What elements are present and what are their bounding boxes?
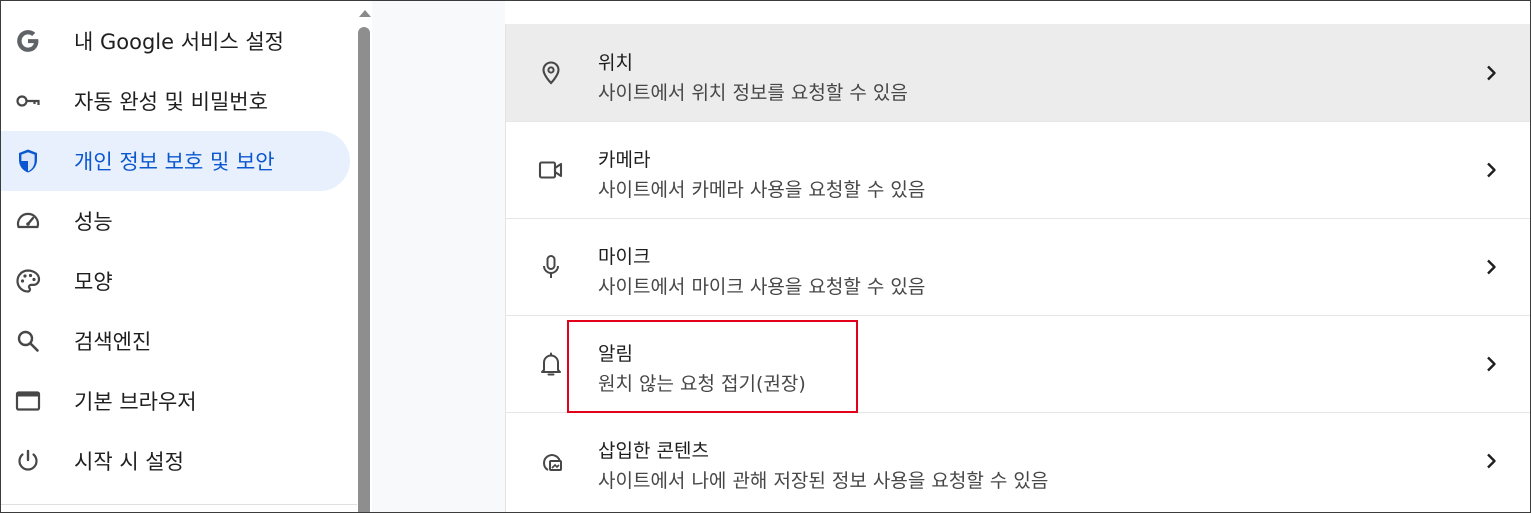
sidebar-item-on-startup[interactable]: 시작 시 설정 — [1, 431, 350, 491]
sidebar-item-label: 자동 완성 및 비밀번호 — [74, 90, 268, 114]
sidebar-item-label: 검색엔진 — [74, 330, 152, 354]
permission-subtitle: 사이트에서 위치 정보를 요청할 수 있음 — [598, 82, 908, 104]
permission-row-location[interactable]: 위치 사이트에서 위치 정보를 요청할 수 있음 — [506, 25, 1531, 122]
chevron-right-icon — [1483, 256, 1499, 278]
bell-icon — [538, 351, 564, 377]
chevron-right-icon — [1483, 353, 1499, 375]
sidebar-item-label: 모양 — [74, 270, 113, 294]
permission-title: 마이크 — [598, 246, 651, 268]
google-g-icon — [15, 28, 41, 54]
permission-row-camera[interactable]: 카메라 사이트에서 카메라 사용을 요청할 수 있음 — [506, 122, 1531, 219]
content-top-edge — [505, 1, 1530, 25]
chevron-right-icon — [1483, 62, 1499, 84]
permission-title: 알림 — [598, 343, 633, 365]
speedometer-icon — [15, 208, 41, 234]
permission-title: 위치 — [598, 52, 633, 74]
sidebar-item-label: 성능 — [74, 210, 113, 234]
power-icon — [15, 448, 41, 474]
shield-icon — [15, 148, 41, 174]
scroll-up-arrow-icon[interactable] — [357, 5, 372, 17]
sidebar-item-label: 개인 정보 보호 및 보안 — [74, 150, 275, 174]
search-icon — [15, 328, 41, 354]
permission-subtitle: 사이트에서 나에 관해 저장된 정보 사용을 요청할 수 있음 — [598, 470, 1049, 492]
sidebar-scrollbar[interactable] — [357, 1, 372, 513]
sidebar-item-performance[interactable]: 성능 — [1, 191, 350, 251]
permission-row-notifications[interactable]: 알림 원치 않는 요청 접기(권장) — [506, 316, 1531, 413]
embedded-content-icon — [538, 448, 564, 474]
permissions-panel: 위치 사이트에서 위치 정보를 요청할 수 있음 카메라 사이트에서 카메라 사… — [505, 1, 1531, 512]
permission-row-microphone[interactable]: 마이크 사이트에서 마이크 사용을 요청할 수 있음 — [506, 219, 1531, 316]
sidebar-item-appearance[interactable]: 모양 — [1, 251, 350, 311]
scrollbar-thumb[interactable] — [358, 27, 370, 513]
permission-title: 카메라 — [598, 149, 651, 171]
sidebar-item-label: 내 Google 서비스 설정 — [74, 30, 284, 54]
palette-icon — [15, 268, 41, 294]
camera-icon — [538, 157, 564, 183]
sidebar-item-search-engine[interactable]: 검색엔진 — [1, 311, 350, 371]
sidebar-item-default-browser[interactable]: 기본 브라우저 — [1, 371, 350, 431]
settings-sidebar: 내 Google 서비스 설정 자동 완성 및 비밀번호 개인 정보 보호 및 … — [1, 1, 357, 512]
location-pin-icon — [538, 60, 564, 86]
sidebar-item-label: 기본 브라우저 — [74, 390, 197, 414]
permission-row-embedded-content[interactable]: 삽입한 콘텐츠 사이트에서 나에 관해 저장된 정보 사용을 요청할 수 있음 — [506, 413, 1531, 510]
key-icon — [15, 88, 41, 114]
sidebar-item-label: 시작 시 설정 — [74, 450, 184, 474]
browser-window-icon — [15, 388, 41, 414]
chevron-right-icon — [1483, 450, 1499, 472]
permission-title: 삽입한 콘텐츠 — [598, 440, 709, 462]
permission-subtitle: 원치 않는 요청 접기(권장) — [598, 373, 806, 395]
microphone-icon — [538, 254, 564, 280]
sidebar-item-autofill-passwords[interactable]: 자동 완성 및 비밀번호 — [1, 71, 350, 131]
sidebar-item-privacy-security[interactable]: 개인 정보 보호 및 보안 — [1, 131, 350, 191]
sidebar-divider — [1, 504, 357, 505]
chevron-right-icon — [1483, 159, 1499, 181]
sidebar-item-google-services[interactable]: 내 Google 서비스 설정 — [1, 11, 350, 71]
permission-subtitle: 사이트에서 마이크 사용을 요청할 수 있음 — [598, 276, 926, 298]
permission-subtitle: 사이트에서 카메라 사용을 요청할 수 있음 — [598, 179, 926, 201]
content-gutter — [372, 1, 505, 512]
